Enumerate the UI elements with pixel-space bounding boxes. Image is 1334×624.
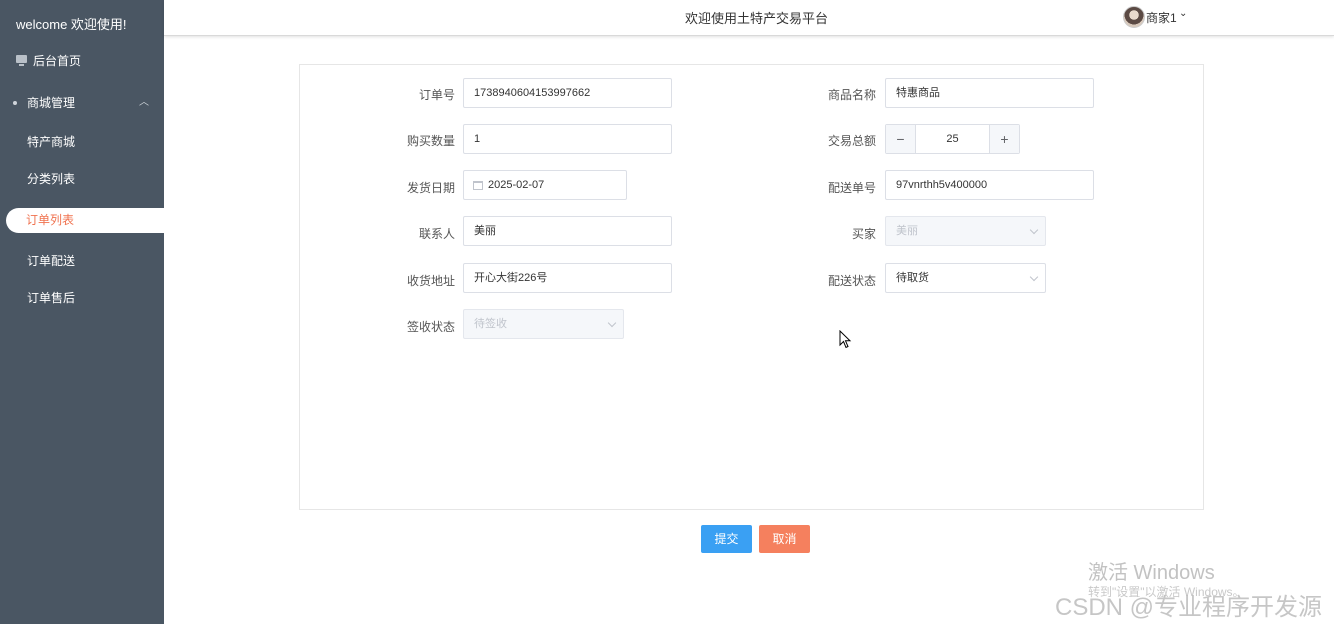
quantity-field[interactable]: 1 <box>463 124 672 154</box>
monitor-icon <box>16 55 27 66</box>
calendar-icon <box>473 181 483 190</box>
delivery-status-select[interactable]: 待取货 <box>885 263 1046 293</box>
address-label: 收货地址 <box>406 274 455 288</box>
sidebar-item-label: 后台首页 <box>33 54 82 68</box>
order-no-field[interactable]: 1738940604153997662 <box>463 78 672 108</box>
plus-icon[interactable]: + <box>989 125 1019 153</box>
mouse-cursor-icon <box>839 330 852 349</box>
delivery-status-value: 待取货 <box>896 272 929 284</box>
buyer-select: 美丽 <box>885 216 1046 246</box>
page-title: 欢迎使用土特产交易平台 <box>685 11 829 26</box>
total-stepper[interactable]: − 25 + <box>885 124 1020 154</box>
sidebar-item-label: 分类列表 <box>27 172 76 186</box>
chevron-down-icon <box>607 318 617 328</box>
csdn-watermark: CSDN @专业程序开发源 <box>1055 594 1323 621</box>
receipt-status-select: 待签收 <box>463 309 624 339</box>
chevron-up-icon: ︿ <box>139 97 149 108</box>
sidebar-item-label: 订单售后 <box>27 291 76 305</box>
minus-icon[interactable]: − <box>886 125 916 153</box>
delivery-no-field[interactable]: 97vnrthh5v400000 <box>885 170 1094 200</box>
chevron-down-icon <box>1029 225 1039 235</box>
cancel-button[interactable]: 取消 <box>759 525 810 553</box>
buyer-value: 美丽 <box>896 225 918 237</box>
submit-button[interactable]: 提交 <box>701 525 752 553</box>
ship-date-label: 发货日期 <box>406 181 455 195</box>
sidebar-item-categories[interactable]: 分类列表 <box>0 166 164 192</box>
delivery-no-label: 配送单号 <box>827 181 876 195</box>
sidebar-item-label: 特产商城 <box>27 135 76 149</box>
product-name-label: 商品名称 <box>827 88 876 102</box>
sidebar-item-products[interactable]: 特产商城 <box>0 129 164 155</box>
sidebar-item-orders[interactable]: 订单列表 <box>6 208 164 233</box>
top-header: 欢迎使用土特产交易平台 商家1 ⌄ <box>164 0 1334 36</box>
sidebar-item-aftersales[interactable]: 订单售后 <box>0 285 164 311</box>
chevron-down-icon <box>1029 272 1039 282</box>
ship-date-value: 2025-02-07 <box>488 179 545 191</box>
contact-field[interactable]: 美丽 <box>463 216 672 246</box>
quantity-label: 购买数量 <box>406 134 455 148</box>
bullet-icon <box>13 101 17 105</box>
sidebar-item-home[interactable]: 后台首页 <box>0 48 164 74</box>
address-field[interactable]: 开心大街226号 <box>463 263 672 293</box>
receipt-status-label: 签收状态 <box>406 320 455 334</box>
user-menu-name[interactable]: 商家1 <box>1146 9 1177 26</box>
chevron-down-icon[interactable]: ⌄ <box>1179 8 1187 19</box>
contact-label: 联系人 <box>418 227 455 241</box>
receipt-status-value: 待签收 <box>474 318 507 330</box>
sidebar-item-delivery[interactable]: 订单配送 <box>0 248 164 274</box>
ship-date-picker[interactable]: 2025-02-07 <box>463 170 627 200</box>
avatar[interactable] <box>1123 6 1145 28</box>
sidebar: welcome 欢迎使用! 后台首页 商城管理 ︿ 特产商城 分类列表 订单列表… <box>0 0 164 624</box>
buyer-label: 买家 <box>851 227 876 241</box>
product-name-field[interactable]: 特惠商品 <box>885 78 1094 108</box>
windows-activation-title: 激活 Windows <box>1088 562 1215 584</box>
order-no-label: 订单号 <box>418 88 455 102</box>
sidebar-welcome: welcome 欢迎使用! <box>16 17 127 32</box>
sidebar-item-label: 订单列表 <box>26 213 75 227</box>
delivery-status-label: 配送状态 <box>827 274 876 288</box>
sidebar-group-label: 商城管理 <box>27 96 76 110</box>
sidebar-group-mall[interactable]: 商城管理 ︿ <box>0 90 164 116</box>
total-value[interactable]: 25 <box>916 125 989 153</box>
total-label: 交易总额 <box>827 134 876 148</box>
sidebar-item-label: 订单配送 <box>27 254 76 268</box>
